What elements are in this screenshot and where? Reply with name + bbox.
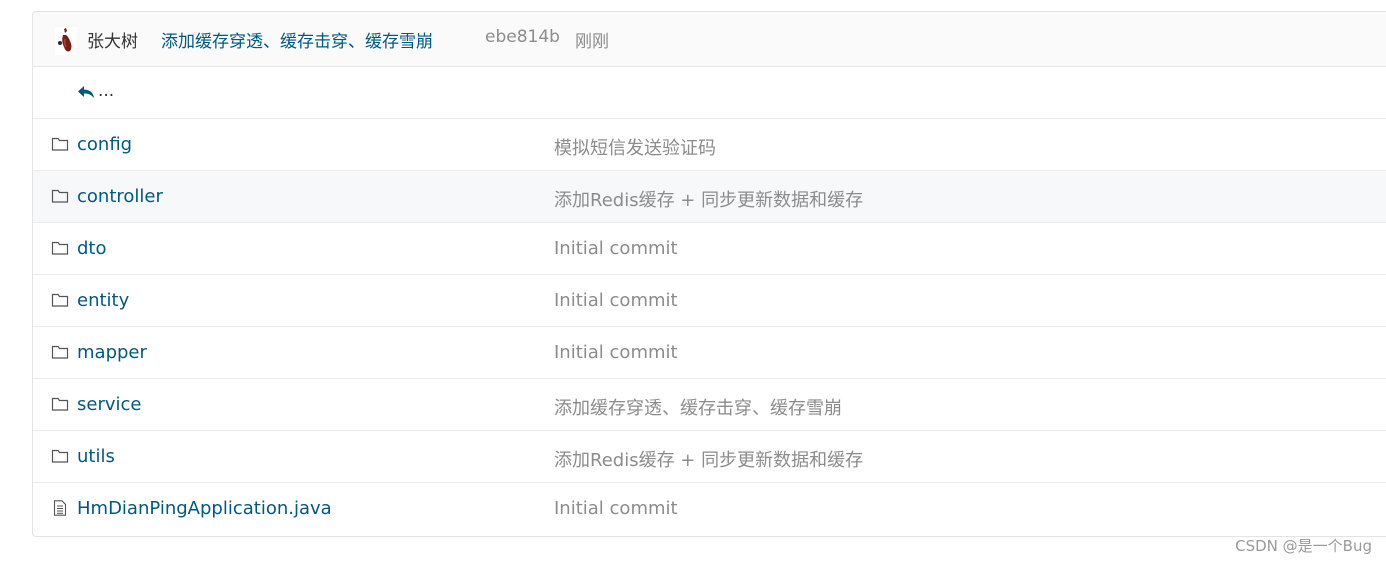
file-row[interactable]: entity Initial commit: [33, 275, 1386, 327]
avatar[interactable]: [55, 27, 77, 55]
file-name-link[interactable]: mapper: [77, 342, 147, 363]
file-name-link[interactable]: service: [77, 394, 141, 415]
file-row[interactable]: mapper Initial commit: [33, 327, 1386, 379]
file-row[interactable]: HmDianPingApplication.java Initial commi…: [33, 483, 1386, 535]
file-commit-message[interactable]: 添加Redis缓存 + 同步更新数据和缓存: [554, 186, 863, 212]
file-text-icon: [53, 500, 67, 516]
file-browser-panel: 张大树 添加缓存穿透、缓存击穿、缓存雪崩 ebe814b 刚刚 ... conf…: [32, 11, 1386, 537]
file-name-link[interactable]: utils: [77, 446, 115, 467]
file-row[interactable]: service 添加缓存穿透、缓存击穿、缓存雪崩: [33, 379, 1386, 431]
file-name-link[interactable]: HmDianPingApplication.java: [77, 498, 332, 519]
file-commit-message[interactable]: Initial commit: [554, 290, 678, 311]
commit-time: 刚刚: [575, 32, 609, 52]
folder-icon: [51, 397, 69, 411]
file-name-link[interactable]: entity: [77, 290, 129, 311]
file-row[interactable]: utils 添加Redis缓存 + 同步更新数据和缓存: [33, 431, 1386, 483]
file-name-link[interactable]: dto: [77, 238, 107, 259]
file-commit-message[interactable]: 模拟短信发送验证码: [554, 134, 716, 160]
watermark: CSDN @是一个Bug: [1235, 537, 1372, 555]
file-row[interactable]: config 模拟短信发送验证码: [33, 119, 1386, 171]
commit-message-link[interactable]: 添加缓存穿透、缓存击穿、缓存雪崩: [161, 27, 433, 52]
reply-arrow-icon: [78, 86, 94, 98]
parent-directory-row[interactable]: ...: [33, 67, 1386, 119]
parent-directory-link[interactable]: ...: [98, 81, 114, 101]
file-commit-message[interactable]: Initial commit: [554, 498, 678, 519]
file-row[interactable]: dto Initial commit: [33, 223, 1386, 275]
latest-commit-bar: 张大树 添加缓存穿透、缓存击穿、缓存雪崩 ebe814b 刚刚: [33, 12, 1386, 67]
file-commit-message[interactable]: 添加缓存穿透、缓存击穿、缓存雪崩: [554, 394, 842, 420]
file-commit-message[interactable]: Initial commit: [554, 342, 678, 363]
folder-icon: [51, 345, 69, 359]
file-commit-message[interactable]: Initial commit: [554, 238, 678, 259]
file-name-link[interactable]: config: [77, 134, 132, 155]
folder-icon: [51, 449, 69, 463]
file-name-link[interactable]: controller: [77, 186, 163, 207]
commit-author[interactable]: 张大树: [87, 27, 138, 52]
folder-icon: [51, 137, 69, 151]
file-row[interactable]: controller 添加Redis缓存 + 同步更新数据和缓存: [33, 171, 1386, 223]
folder-icon: [51, 293, 69, 307]
folder-icon: [51, 241, 69, 255]
commit-sha-link[interactable]: ebe814b: [485, 27, 560, 47]
file-commit-message[interactable]: 添加Redis缓存 + 同步更新数据和缓存: [554, 446, 863, 472]
folder-icon: [51, 189, 69, 203]
